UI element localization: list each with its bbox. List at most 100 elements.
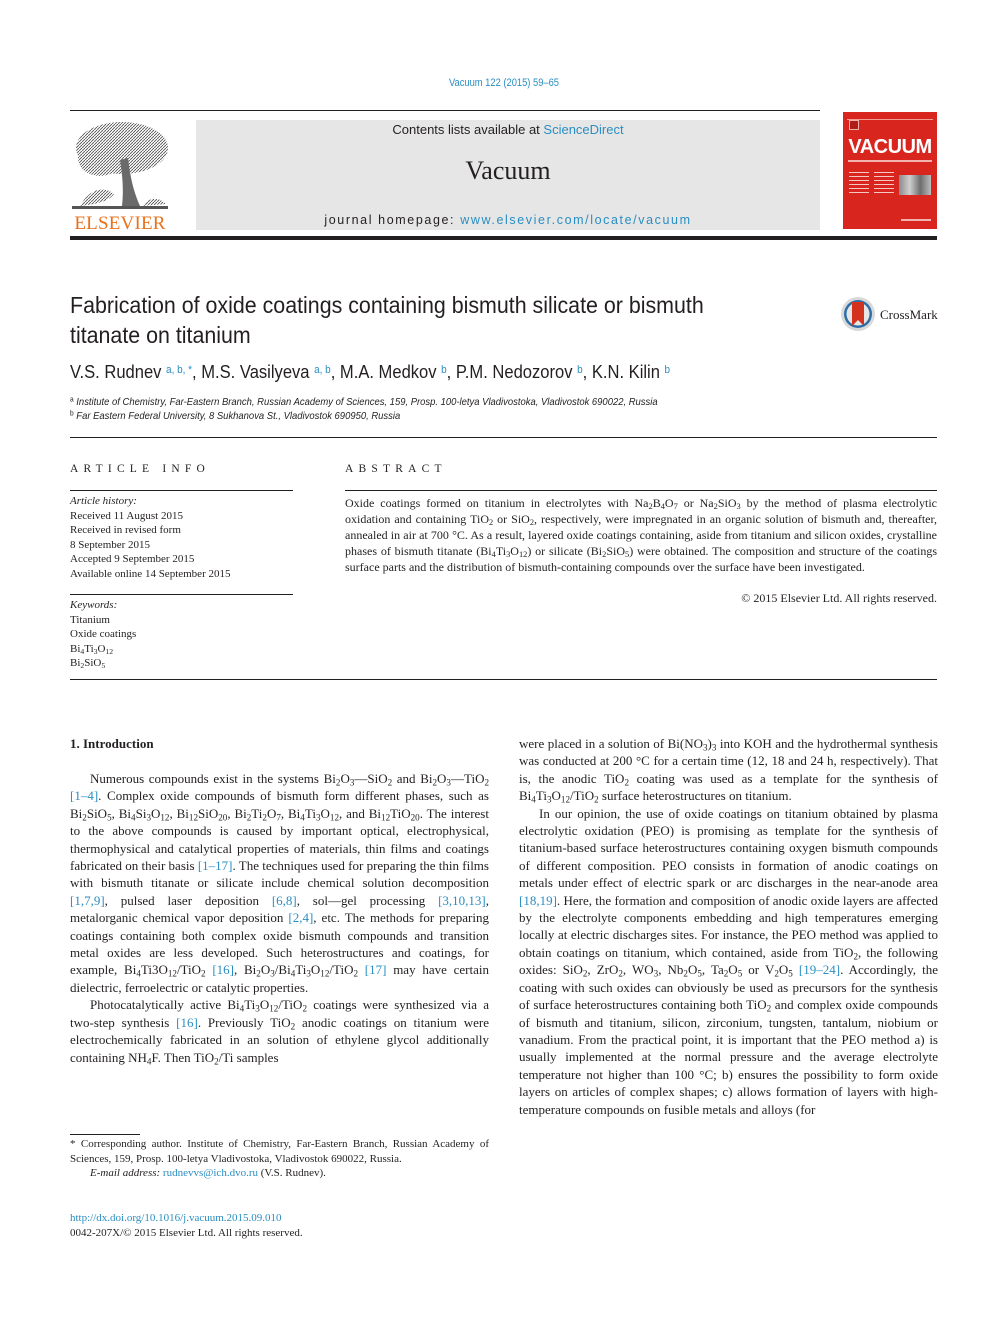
cover-subtitle-line <box>848 160 932 162</box>
subscript: 2 <box>246 812 252 823</box>
section-heading: 1. Introduction <box>70 736 154 751</box>
subscript: 4 <box>239 1003 245 1014</box>
journal-citation-link[interactable]: Vacuum 122 (2015) 59–65 <box>76 77 933 89</box>
issn-copyright: 0042-207X/© 2015 Elsevier Ltd. All right… <box>70 1227 303 1239</box>
author[interactable]: K.N. Kilin b <box>592 362 670 382</box>
email-owner: (V.S. Rudnev). <box>257 1167 326 1179</box>
reference-link[interactable]: [1,7,9] <box>70 893 105 908</box>
footnote-rule <box>70 1134 140 1135</box>
subscript: 3 <box>306 968 311 979</box>
subscript: 2 <box>484 777 489 788</box>
keywords-list: Titanium Oxide coatings Bi4Ti3O12 Bi2SiO5 <box>70 613 300 671</box>
author[interactable]: P.M. Nedozorov b <box>456 362 583 382</box>
subscript: 3 <box>653 968 659 979</box>
author-affiliation-marks[interactable]: b <box>441 364 447 376</box>
history-entry: Received in revised form <box>70 524 181 536</box>
keywords: Keywords: Titanium Oxide coatings Bi4Ti3O1… <box>70 598 300 671</box>
subscript: 2 <box>387 777 393 788</box>
email-link[interactable]: rudnevvs@ich.dvo.ru <box>163 1167 258 1179</box>
subscript: 12 <box>105 646 114 656</box>
subscript: 2 <box>648 502 653 512</box>
subscript: 3 <box>711 742 717 753</box>
subscript: 20 <box>410 812 420 823</box>
history-entry: 8 September 2015 <box>70 538 151 551</box>
subscript: 3 <box>546 794 552 805</box>
subscript: 2 <box>713 502 718 512</box>
elsevier-wordmark: ELSEVIER <box>74 213 166 234</box>
divider-rule <box>70 679 937 680</box>
subscript: 2 <box>335 777 341 788</box>
reference-link[interactable]: [18,19] <box>519 893 557 908</box>
subscript: 12 <box>269 1003 279 1014</box>
reference-link[interactable]: [19–24] <box>799 962 840 977</box>
affiliation: a Institute of Chemistry, Far-Eastern Br… <box>70 394 658 408</box>
reference-link[interactable]: [2,4] <box>288 910 313 925</box>
cover-header-line <box>847 115 933 120</box>
author-affiliation-marks[interactable]: b <box>577 364 583 376</box>
reference-link[interactable]: [16] <box>176 1015 198 1030</box>
subscript: 3 <box>93 646 98 656</box>
crossmark-button[interactable]: CrossMark <box>840 296 940 334</box>
affiliation-mark: b <box>70 408 74 418</box>
cover-image <box>899 175 931 195</box>
journal-cover-thumbnail[interactable]: VACUUM <box>843 112 937 229</box>
subscript: 12 <box>320 968 330 979</box>
subscript: 2 <box>582 968 588 979</box>
sciencedirect-link[interactable]: ScienceDirect <box>543 122 623 137</box>
subscript: 12 <box>188 812 198 823</box>
author-affiliation-marks[interactable]: b <box>665 364 671 376</box>
reference-link[interactable]: [1–17] <box>198 858 233 873</box>
subscript: 5 <box>107 812 112 823</box>
subscript: 7 <box>276 812 281 823</box>
reference-link[interactable]: [6,8] <box>272 893 297 908</box>
article-title: Fabrication of oxide coatings containing… <box>70 292 704 348</box>
reference-link[interactable]: [3,10,13] <box>438 893 486 908</box>
subscript: 12 <box>167 968 177 979</box>
keyword: Titanium <box>70 613 110 626</box>
keywords-label: Keywords: <box>70 599 118 611</box>
abstract-text: Oxide coatings formed on titanium in ele… <box>345 496 938 574</box>
contents-line: Contents lists available at ScienceDirec… <box>196 122 820 137</box>
keyword: Bi2SiO5 <box>70 657 106 670</box>
cover-footer-line <box>901 219 931 221</box>
history-entry: Received 11 August 2015 <box>70 509 183 522</box>
body-column-left: Numerous compounds exist in the systems … <box>70 770 489 1066</box>
subscript: 2 <box>256 968 261 979</box>
subscript: 3 <box>146 812 151 823</box>
subscript: 3 <box>270 968 275 979</box>
author-affiliation-marks[interactable]: a, b <box>314 364 331 376</box>
author-affiliation-marks[interactable]: a, b, * <box>166 364 192 376</box>
subscript: 5 <box>625 550 630 560</box>
subscript: 4 <box>491 550 496 560</box>
subscript: 20 <box>218 812 228 823</box>
divider-rule <box>70 490 293 491</box>
subscript: 2 <box>262 812 267 823</box>
contents-prefix: Contents lists available at <box>392 122 544 137</box>
author[interactable]: V.S. Rudnev a, b, * <box>70 362 192 382</box>
journal-homepage-link[interactable]: www.elsevier.com/locate/vacuum <box>460 213 691 227</box>
crossmark-icon <box>841 297 875 331</box>
crossmark-label: CrossMark <box>880 307 938 322</box>
history-entry: Available online 14 September 2015 <box>70 567 231 580</box>
affiliation-mark: a <box>70 394 74 404</box>
reference-link[interactable]: [1–4] <box>70 788 98 803</box>
subscript: 2 <box>774 968 779 979</box>
subscript: 4 <box>131 812 136 823</box>
subscript: 12 <box>381 812 391 823</box>
history-list: Received 11 August 2015 Received in revis… <box>70 509 300 582</box>
doi-link[interactable]: http://dx.doi.org/10.1016/j.vacuum.2015.… <box>70 1212 282 1224</box>
elsevier-logo[interactable]: ELSEVIER <box>70 118 170 234</box>
body-paragraph: were placed in a solution of Bi(NO3)3 in… <box>519 736 938 805</box>
divider-rule <box>345 490 937 491</box>
homepage-prefix: journal homepage: <box>324 213 461 227</box>
subscript: 2 <box>683 968 688 979</box>
reference-link[interactable]: [17] <box>365 962 387 977</box>
subscript: 4 <box>80 646 85 656</box>
author-list: V.S. Rudnev a, b, *, M.S. Vasilyeva a, b… <box>70 362 671 382</box>
article-info-heading: ARTICLE INFO <box>70 463 210 475</box>
reference-link[interactable]: [16] <box>212 962 234 977</box>
author[interactable]: M.A. Medkov b <box>340 362 447 382</box>
author[interactable]: M.S. Vasilyeva a, b <box>201 362 330 382</box>
subscript: 4 <box>300 812 305 823</box>
header-thick-rule <box>70 236 937 240</box>
